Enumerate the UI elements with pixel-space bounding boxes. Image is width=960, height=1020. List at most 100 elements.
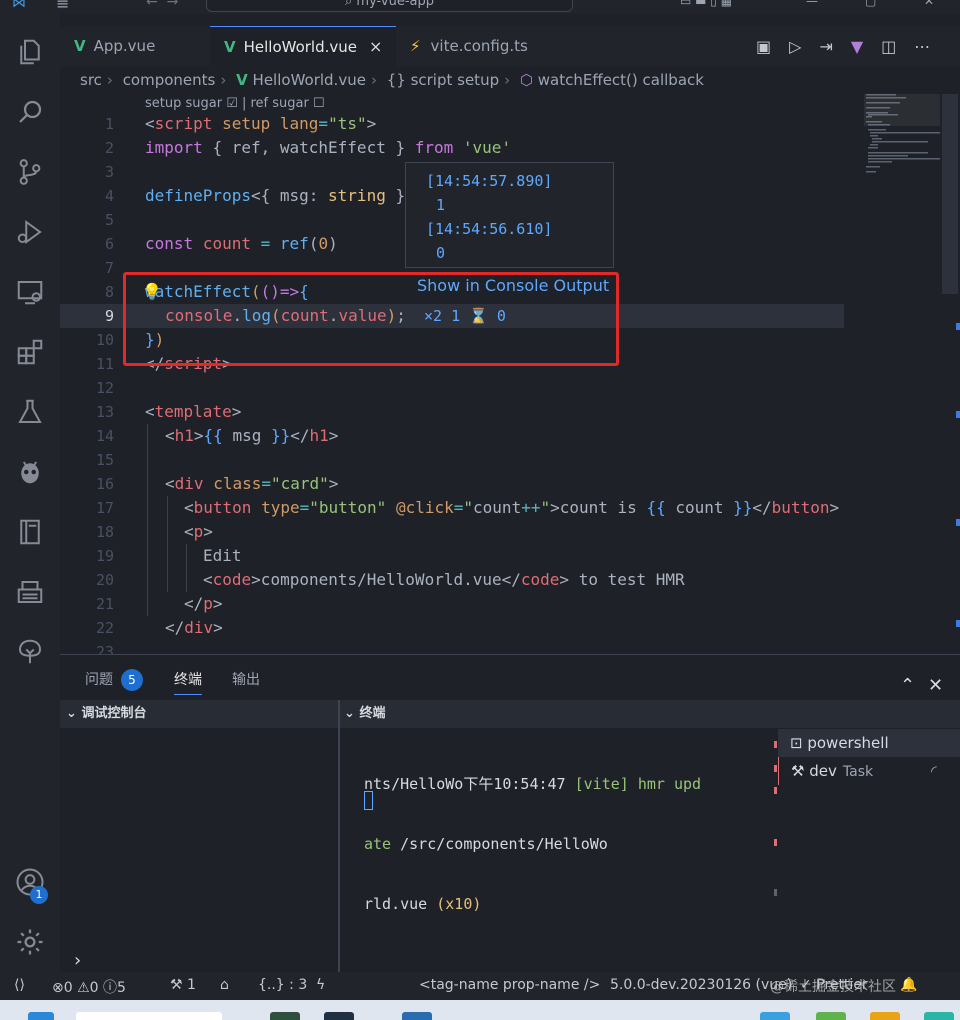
taskbar-app-icon[interactable]	[760, 1012, 790, 1020]
tools-status[interactable]: ⚒ 1	[170, 977, 196, 993]
extensions-icon[interactable]	[10, 332, 50, 372]
terminal-title: 终端	[359, 706, 386, 721]
tab-problems[interactable]: 问题 5	[85, 669, 143, 695]
scrollbar-marker	[956, 620, 960, 627]
taskbar-search[interactable]	[76, 1012, 222, 1020]
terminal-item-powershell[interactable]: ⊡ powershell	[778, 729, 960, 757]
account-icon[interactable]: 1	[10, 862, 50, 904]
terminal-list: ⊡ powershell ⚒ dev Task ◜	[778, 729, 960, 787]
line-number: 3	[104, 163, 114, 181]
taskbar-app-icon[interactable]	[324, 1012, 354, 1020]
tag-format-status[interactable]: <tag-name prop-name />	[419, 977, 600, 993]
line-number: 11	[95, 355, 114, 373]
info-icon: ⓘ	[103, 980, 118, 996]
remote-icon[interactable]: ⟨⟩	[14, 977, 25, 993]
tab-helloworld-vue[interactable]: V HelloWorld.vue ×	[210, 26, 396, 66]
activity-bar: 1	[0, 14, 60, 972]
minimap[interactable]	[864, 94, 942, 184]
breadcrumb-callback[interactable]: watchEffect() callback	[538, 71, 704, 89]
home-icon[interactable]: ⌂	[220, 977, 229, 993]
breadcrumb-file[interactable]: HelloWorld.vue	[253, 71, 366, 89]
layout-icons[interactable]: ▭ ▬ ▯ ▦	[680, 0, 732, 8]
breadcrumb-src[interactable]: src	[80, 71, 102, 89]
taskbar-app-icon[interactable]	[402, 1012, 432, 1020]
error-icon: ⊗	[52, 980, 64, 996]
explorer-icon[interactable]	[10, 32, 50, 72]
tab-label: 终端	[174, 672, 202, 688]
typewriter-icon[interactable]	[10, 572, 50, 612]
tab-label: App.vue	[93, 37, 156, 55]
menu-icon[interactable]: ≡	[56, 0, 78, 13]
settings-gear-icon[interactable]	[10, 922, 50, 962]
more-actions-icon[interactable]: ⋯	[914, 37, 930, 56]
close-panel-icon[interactable]: ✕	[928, 675, 943, 696]
terminal-item-dev[interactable]: ⚒ dev Task ◜	[778, 757, 960, 785]
minimize-icon[interactable]: —	[806, 0, 818, 8]
vscode-logo-icon: ⋈	[12, 0, 26, 11]
vue-version-status[interactable]: 5.0.0-dev.20230126 (vue)	[610, 977, 792, 993]
terminal-header[interactable]: ⌄ 终端	[340, 700, 960, 728]
copilot-icon[interactable]: ▣	[756, 37, 771, 56]
log-value: 1	[436, 196, 446, 214]
line-number: 12	[95, 379, 114, 397]
close-tab-icon[interactable]: ×	[369, 37, 382, 56]
terminal-output[interactable]: nts/HelloWo下午10:54:47 [vite] hmr upd ate…	[364, 734, 764, 954]
taskbar-app-icon[interactable]	[870, 1012, 900, 1020]
taskbar-app-icon[interactable]	[816, 1012, 846, 1020]
notebook-icon[interactable]	[10, 512, 50, 552]
terminal-line: ate /src/components/HelloWo	[364, 835, 608, 853]
code-line: <template>	[145, 402, 242, 421]
panel-chevron-icon[interactable]: ›	[74, 950, 81, 971]
tab-terminal[interactable]: 终端	[174, 669, 202, 695]
maximize-panel-icon[interactable]: ⌃	[900, 675, 915, 696]
split-editor-icon[interactable]: ◫	[881, 37, 896, 56]
code-line: Edit	[203, 546, 242, 565]
testing-icon[interactable]	[10, 392, 50, 432]
windows-start-icon[interactable]	[28, 1012, 54, 1020]
scrollbar-marker	[956, 323, 960, 330]
tab-vite-config[interactable]: ⚡ vite.config.ts	[396, 26, 566, 66]
vite-icon[interactable]: ▼	[851, 37, 863, 56]
command-center[interactable]: ⌕ my-vue-app	[206, 0, 573, 12]
debug-console-header[interactable]: ⌄ 调试控制台	[60, 700, 338, 728]
close-window-icon[interactable]: ✕	[924, 0, 934, 8]
watermark: @稀土掘金技术社区	[770, 979, 896, 995]
taskbar-app-icon[interactable]	[924, 1012, 954, 1020]
tab-app-vue[interactable]: V App.vue	[60, 26, 210, 66]
line-number: 23	[95, 643, 114, 654]
maximize-icon[interactable]: ▢	[865, 0, 876, 8]
taskbar-app-icon[interactable]	[270, 1012, 300, 1020]
lightning-icon[interactable]: ϟ	[316, 977, 325, 993]
open-preview-icon[interactable]: ⇥	[819, 37, 832, 56]
chevron-down-icon: ⌄	[344, 706, 355, 721]
method-cube-icon: ⬡	[519, 71, 533, 89]
breadcrumb-components[interactable]: components	[123, 71, 216, 89]
line-number: 20	[95, 571, 114, 589]
tab-output[interactable]: 输出	[232, 669, 260, 695]
search-icon[interactable]	[10, 92, 50, 132]
remote-explorer-icon[interactable]	[10, 272, 50, 312]
alien-extension-icon[interactable]	[10, 452, 50, 492]
terminal-line: nts/HelloWo下午10:54:47 [vite] hmr upd	[364, 775, 702, 793]
scrollbar-marker	[956, 411, 960, 418]
tree-icon[interactable]	[10, 632, 50, 672]
code-line: </p>	[184, 594, 223, 613]
console-log-hover: [14:54:57.890] 1 [14:54:56.610] 0	[405, 162, 614, 268]
vue-file-icon: V	[224, 37, 236, 56]
line-number: 8	[104, 283, 114, 301]
editor-scrollbar[interactable]	[940, 94, 960, 654]
run-debug-icon[interactable]	[10, 212, 50, 252]
sugar-toggles[interactable]: setup sugar ☑ | ref sugar ☐	[145, 96, 325, 111]
indent-guide	[167, 496, 168, 592]
terminal-marker	[774, 839, 777, 846]
panel-divider[interactable]	[338, 700, 340, 973]
problems-status[interactable]: ⊗0 ⚠0 ⓘ5	[52, 977, 126, 997]
run-icon[interactable]: ▷	[789, 37, 801, 56]
notification-bell-icon[interactable]: 🔔	[900, 977, 917, 993]
source-control-icon[interactable]	[10, 152, 50, 192]
scrollbar-thumb[interactable]	[942, 94, 958, 294]
annotation-highlight-box	[123, 272, 619, 366]
braces-status[interactable]: {..} : 3	[258, 977, 307, 993]
nav-arrows-icon[interactable]: ← →	[146, 0, 196, 10]
breadcrumb-script-setup[interactable]: {} script setup	[387, 71, 499, 89]
